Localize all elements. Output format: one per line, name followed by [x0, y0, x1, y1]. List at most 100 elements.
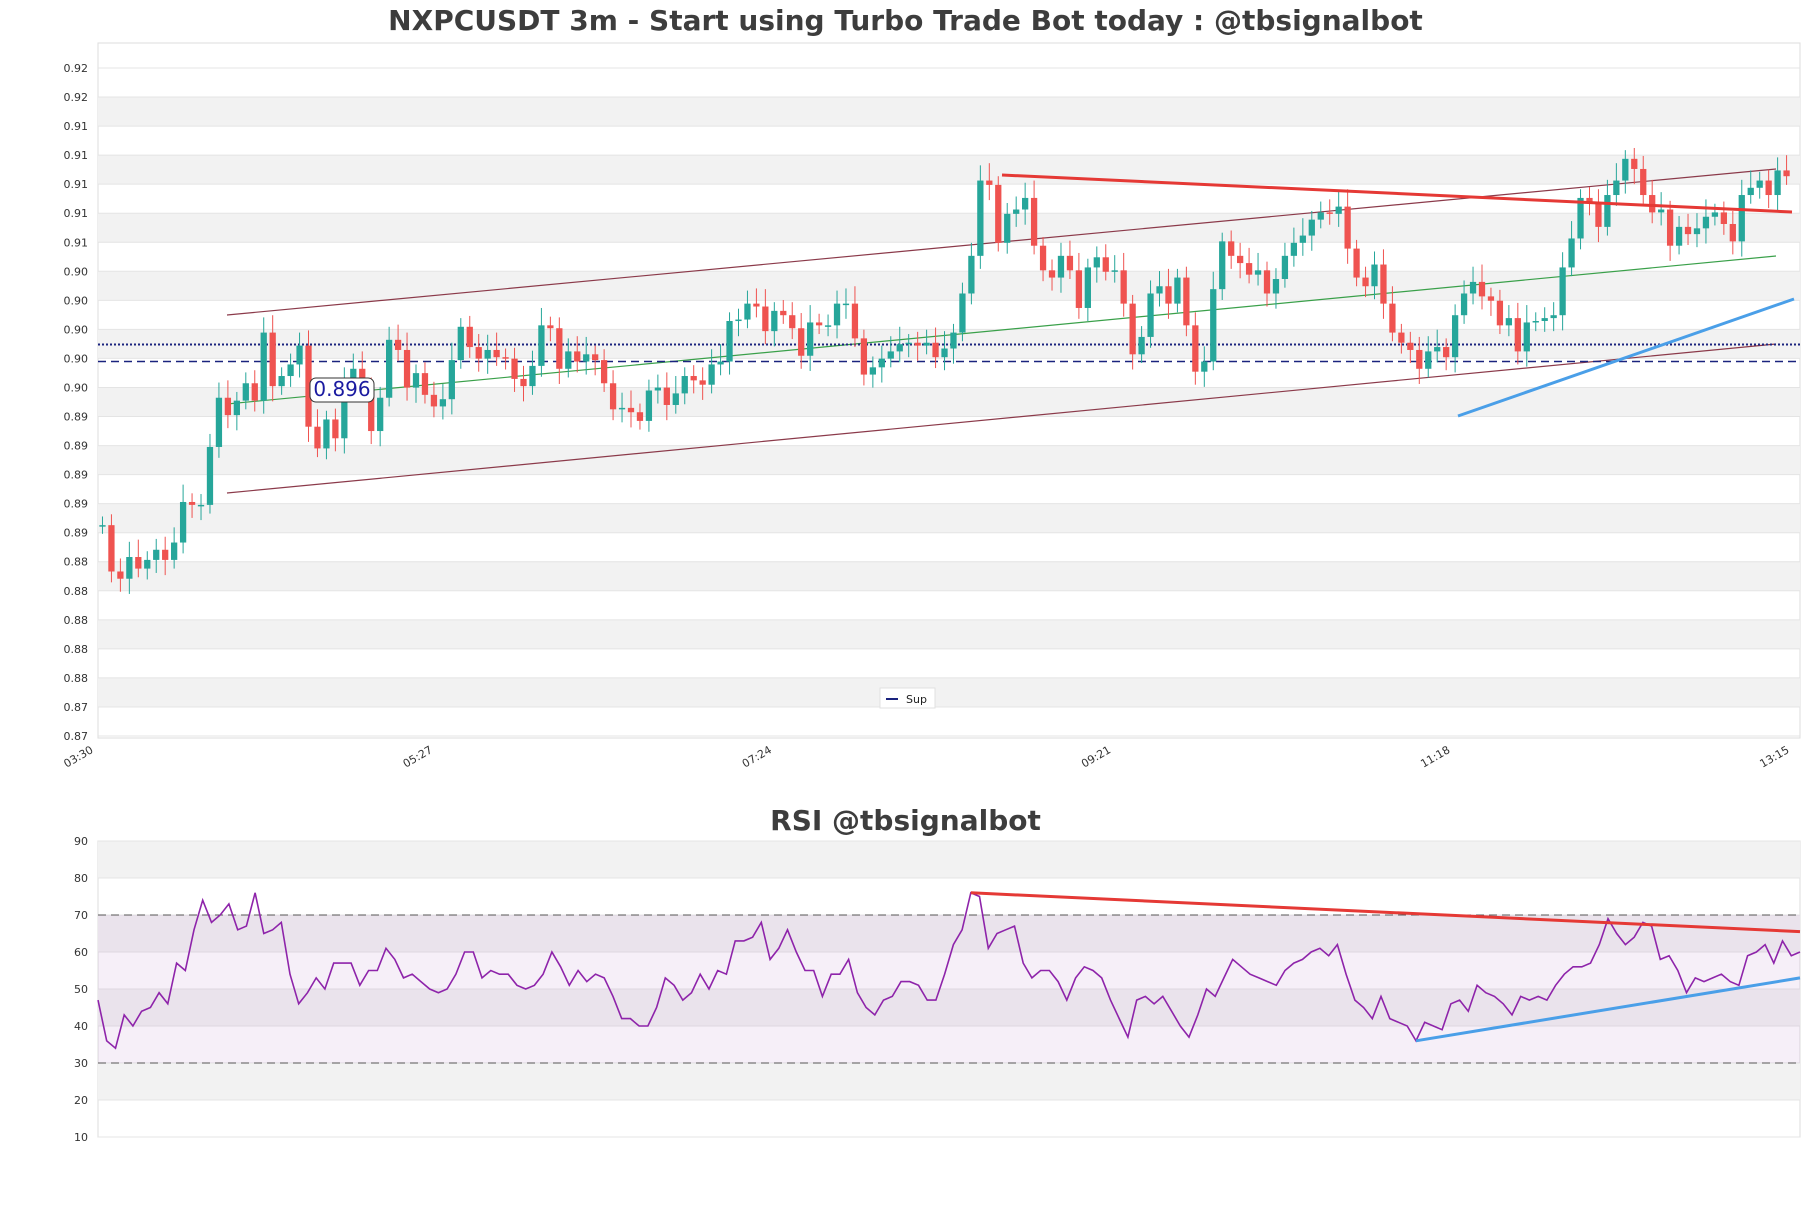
x-tick-label: 09:21	[1079, 743, 1113, 770]
candle-body	[807, 322, 814, 356]
candle-body	[1568, 238, 1575, 268]
y-tick-label: 0.88	[64, 672, 89, 685]
candle-body	[153, 549, 160, 560]
candle-body	[986, 180, 993, 185]
candle-body	[1496, 300, 1504, 326]
candle-body	[932, 342, 939, 358]
candle-body	[995, 184, 1002, 243]
y-tick-label: 0.87	[64, 701, 89, 714]
candle-body	[815, 322, 823, 326]
candle-body	[1631, 158, 1638, 169]
candle-body	[753, 303, 760, 307]
candle-body	[1604, 195, 1611, 227]
candle-body	[1398, 332, 1405, 343]
x-tick-label: 05:27	[401, 743, 435, 770]
y-tick-label: 0.90	[64, 323, 89, 336]
grid-band	[98, 503, 1800, 533]
candle-body	[1675, 226, 1683, 246]
candle-body	[215, 397, 223, 447]
candle-body	[1263, 270, 1271, 294]
candle-body	[421, 373, 429, 395]
candle-body	[1138, 336, 1145, 355]
candle-body	[1729, 223, 1736, 242]
candle-body	[206, 446, 214, 505]
candle-body	[1022, 197, 1029, 210]
candle-body	[735, 319, 742, 322]
candle-body	[323, 419, 330, 449]
candle-body	[860, 338, 868, 375]
candle-body	[1595, 202, 1602, 227]
candle-body	[708, 364, 715, 385]
candle-body	[1147, 293, 1154, 337]
candle-body	[1711, 212, 1719, 217]
y-tick-label: 0.91	[64, 149, 89, 162]
candle-body	[1156, 286, 1163, 294]
candle-body	[1344, 206, 1351, 249]
candle-body	[1174, 277, 1181, 304]
candle-body	[556, 328, 563, 369]
grid-band	[98, 213, 1800, 243]
candle-body	[1425, 351, 1432, 369]
candle-body	[1254, 270, 1262, 275]
candle-body	[242, 383, 249, 401]
candle-body	[1228, 241, 1235, 256]
rsi-y-tick-label: 80	[74, 872, 88, 885]
candle-body	[565, 351, 572, 369]
candle-body	[717, 361, 724, 365]
candle-body	[977, 180, 984, 256]
price-label-text: 0.896	[313, 377, 370, 401]
rsi-y-tick-label: 40	[74, 1020, 88, 1033]
candle-body	[1505, 318, 1513, 326]
candle-body	[1236, 255, 1244, 264]
candle-body	[547, 325, 554, 329]
candle-body	[1416, 349, 1423, 369]
candle-body	[923, 342, 930, 346]
candle-body	[1281, 255, 1289, 280]
candle-body	[1451, 315, 1459, 358]
candle-body	[529, 365, 536, 387]
y-tick-label: 0.89	[64, 498, 89, 511]
candle-body	[251, 383, 258, 401]
candle-body	[1066, 255, 1074, 271]
candle-body	[197, 504, 205, 507]
y-tick-label: 0.87	[64, 730, 89, 743]
candle-body	[672, 393, 679, 405]
candle-body	[771, 310, 778, 332]
chart-canvas: 0.92 0.92 0.91 0.91 0.91 0.91 0.91 0.90 0.90 0.90…	[62, 42, 1801, 1144]
candle-body	[1774, 170, 1781, 196]
candle-body	[1693, 228, 1701, 235]
candle-body	[1514, 318, 1521, 352]
candle-body	[502, 357, 509, 359]
candle-body	[1129, 303, 1136, 355]
candle-body	[1523, 322, 1530, 352]
candle-body	[269, 332, 276, 387]
candle-body	[117, 571, 124, 579]
candle-body	[1335, 206, 1342, 214]
grid-band	[98, 445, 1800, 475]
candle-body	[260, 332, 267, 401]
candle-body	[1487, 296, 1495, 301]
candle-body	[1165, 286, 1172, 304]
candle-body	[403, 349, 411, 388]
candle-body	[430, 394, 438, 407]
y-tick-label: 0.91	[64, 207, 89, 220]
candle-body	[171, 542, 178, 560]
candle-body	[1192, 325, 1199, 372]
y-tick-label: 0.89	[64, 527, 89, 540]
candle-body	[1702, 216, 1710, 229]
grid-band	[98, 619, 1800, 649]
grid-band	[98, 155, 1800, 185]
y-tick-label: 0.92	[64, 91, 89, 104]
rsi-panel: 90 80 70 60 50 40 30 20 10	[74, 835, 1801, 1144]
x-tick-label: 07:24	[740, 743, 774, 770]
candle-body	[896, 344, 903, 352]
y-tick-label: 0.92	[64, 62, 89, 75]
candle-body	[959, 293, 966, 333]
grid-band	[98, 97, 1800, 127]
candle-body	[1362, 277, 1369, 287]
x-tick-label: 03:30	[62, 743, 96, 770]
candle-body	[1407, 342, 1414, 350]
y-tick-label: 0.89	[64, 440, 89, 453]
candle-body	[914, 342, 921, 346]
x-tick-label: 11:18	[1418, 743, 1452, 770]
